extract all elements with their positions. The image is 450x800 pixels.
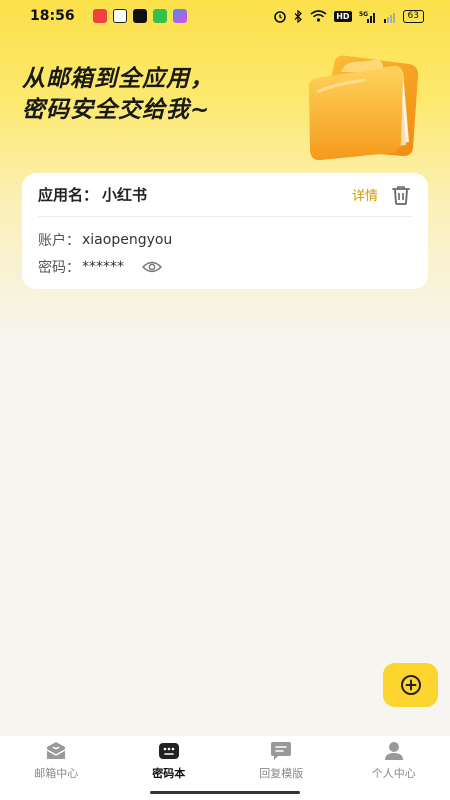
network-type-label: 5G: [359, 11, 368, 18]
notification-app-icon: [92, 9, 107, 23]
tab-personal-center[interactable]: 个人中心: [338, 736, 450, 786]
status-time: 18:56: [30, 8, 75, 24]
hd-badge: HD: [334, 10, 352, 22]
show-password-eye-icon[interactable]: [142, 260, 162, 274]
password-label: 密码：: [38, 260, 80, 276]
detail-link[interactable]: 详情: [352, 185, 378, 204]
tab-label: 密码本: [152, 767, 186, 780]
plus-circle-icon: [400, 675, 421, 695]
delete-icon[interactable]: [390, 184, 412, 206]
mailbox-icon: [46, 742, 66, 759]
alarm-icon: [274, 11, 287, 23]
tab-label: 个人中心: [371, 767, 416, 780]
message-template-icon: [271, 742, 292, 760]
add-password-button[interactable]: [383, 663, 438, 707]
account-value: xiaopengyou: [82, 232, 173, 248]
bottom-tab-bar: 邮箱中心 密码本 回复模版 个人中心: [0, 736, 450, 786]
bluetooth-icon: [294, 9, 303, 23]
password-card[interactable]: 应用名： 小红书 详情 账户： xiaopengyou 密码： ******: [22, 173, 428, 289]
password-book-icon: [158, 743, 179, 759]
tab-label: 邮箱中心: [34, 767, 79, 780]
wifi-icon: [310, 10, 327, 22]
password-value: ******: [82, 259, 124, 275]
mail-notification-icon: [112, 9, 127, 23]
hero-slogan: 从邮箱到全应用， 密码安全交给我~: [22, 64, 312, 126]
app-name: 应用名： 小红书: [38, 184, 147, 205]
account-label: 账户：: [38, 233, 80, 249]
signal-icon: [383, 12, 395, 23]
notification-app-icon: [152, 9, 167, 23]
tab-mailbox-center[interactable]: 邮箱中心: [0, 736, 113, 786]
user-icon: [384, 742, 403, 760]
tab-label: 回复模版: [259, 767, 304, 780]
home-indicator[interactable]: [150, 791, 300, 794]
card-header: 应用名： 小红书 详情: [38, 173, 412, 217]
hero-slogan-line2: 密码安全交给我~: [22, 97, 211, 123]
password-row: 密码： ******: [38, 257, 162, 277]
tab-password-book[interactable]: 密码本: [113, 736, 226, 786]
folder-illustration: [308, 55, 419, 161]
app-name-label: 应用名：: [38, 186, 99, 204]
account-row: 账户： xiaopengyou: [38, 230, 172, 250]
signal-icon: 5G: [359, 11, 375, 23]
battery-indicator: 63: [402, 9, 424, 23]
notification-app-icon: [172, 9, 187, 23]
notification-app-icon: [132, 9, 147, 23]
app-name-value: 小红书: [102, 186, 148, 204]
tab-reply-template[interactable]: 回复模版: [225, 736, 338, 786]
hero-slogan-line1: 从邮箱到全应用，: [22, 66, 214, 92]
status-bar: 18:56 HD 5G 63: [0, 0, 450, 32]
